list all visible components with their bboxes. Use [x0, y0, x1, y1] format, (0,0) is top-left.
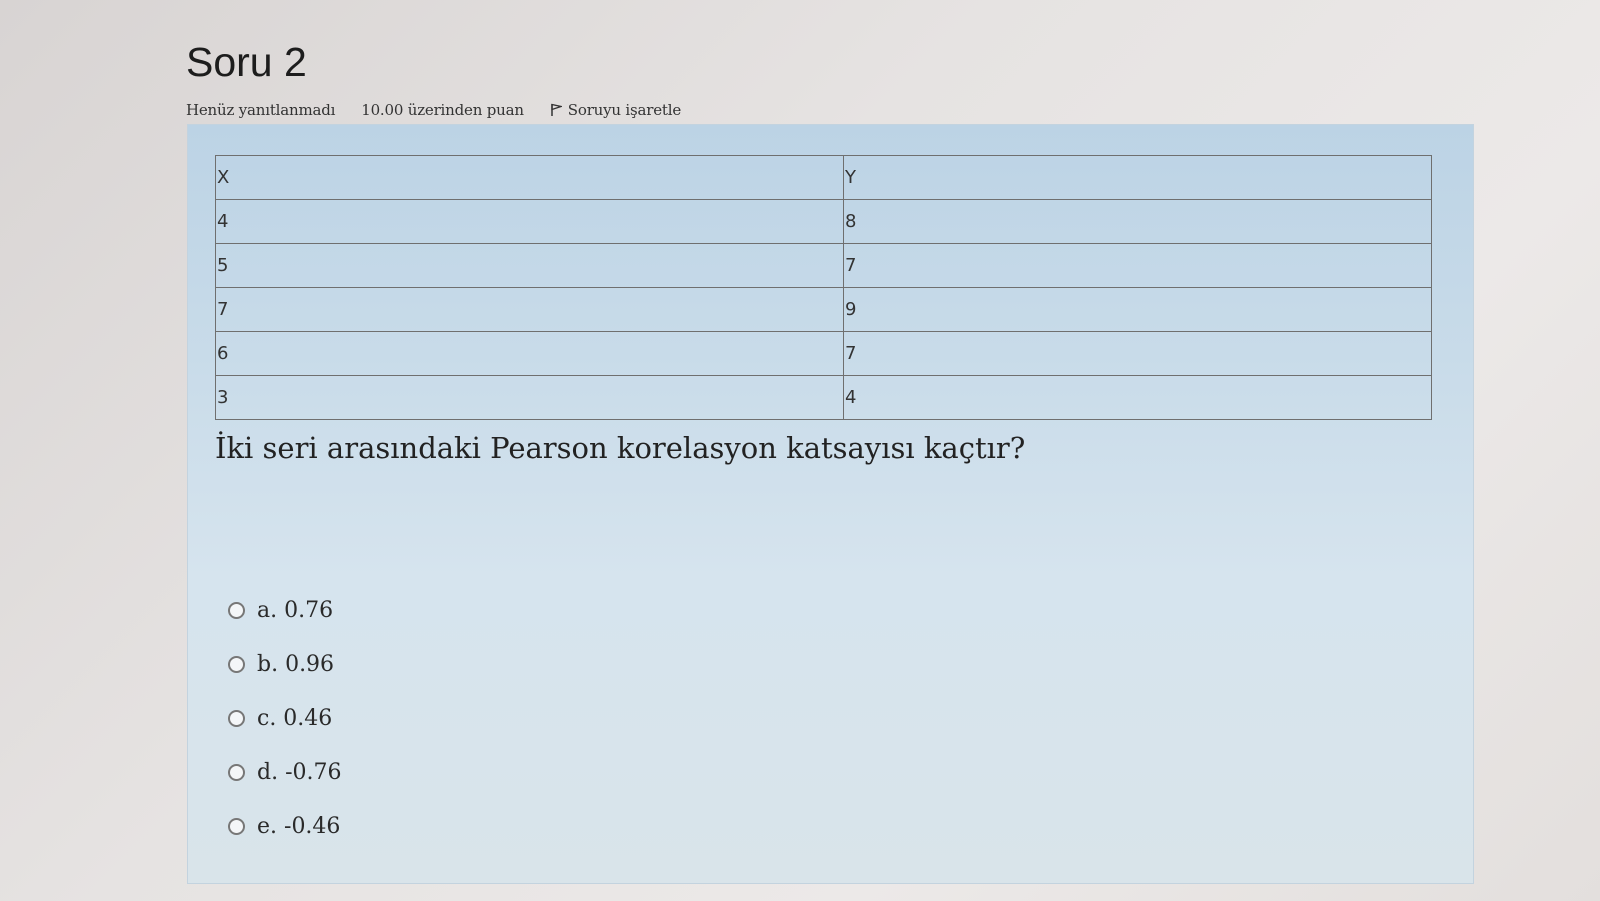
table-cell-y: 7	[843, 243, 1432, 288]
table-cell-x: 4	[215, 199, 844, 244]
radio-button[interactable]	[228, 601, 245, 619]
answer-option-b[interactable]: b. 0.96	[228, 637, 342, 691]
table-header-x: X	[215, 155, 844, 200]
table-row: 3 4	[215, 375, 1432, 420]
question-points: 10.00 üzerinden puan	[361, 101, 524, 119]
table-header-row: X Y	[215, 155, 1432, 200]
table-cell-y: 4	[843, 375, 1432, 420]
radio-button[interactable]	[228, 763, 245, 781]
table-cell-y: 9	[843, 287, 1432, 332]
table-row: 5 7	[215, 243, 1432, 288]
table-cell-x: 6	[215, 331, 844, 376]
answer-label: e. -0.46	[257, 813, 341, 839]
radio-button[interactable]	[228, 709, 245, 727]
table-cell-x: 3	[215, 375, 844, 420]
question-text: İki seri arasındaki Pearson korelasyon k…	[215, 431, 1026, 465]
table-cell-x: 5	[215, 243, 844, 288]
answer-label: a. 0.76	[257, 597, 334, 623]
table-row: 4 8	[215, 199, 1432, 244]
flag-question-link[interactable]: Soruyu işaretle	[550, 101, 681, 119]
flag-icon	[551, 103, 562, 116]
question-info: Henüz yanıtlanmadı 10.00 üzerinden puan …	[186, 101, 1476, 119]
question-status: Henüz yanıtlanmadı	[186, 101, 336, 119]
table-cell-x: 7	[215, 287, 844, 332]
answer-option-d[interactable]: d. -0.76	[228, 745, 342, 799]
data-table: X Y 4 8 5 7 7 9 6 7 3 4	[215, 155, 1432, 420]
radio-button[interactable]	[228, 655, 245, 673]
answer-option-c[interactable]: c. 0.46	[228, 691, 342, 745]
answer-label: c. 0.46	[257, 705, 333, 731]
answer-label: b. 0.96	[257, 651, 335, 677]
question-title: Soru 2	[186, 39, 307, 85]
answer-option-e[interactable]: e. -0.46	[228, 799, 342, 853]
table-cell-y: 7	[843, 331, 1432, 376]
question-header: Soru 2 Henüz yanıtlanmadı 10.00 üzerinde…	[186, 39, 1476, 120]
question-content-panel: X Y 4 8 5 7 7 9 6 7 3 4 İki seri arasınd…	[187, 124, 1474, 884]
radio-button[interactable]	[228, 817, 245, 835]
table-row: 6 7	[215, 331, 1432, 376]
table-header-y: Y	[843, 155, 1432, 200]
flag-question-label: Soruyu işaretle	[567, 101, 682, 119]
answer-options: a. 0.76 b. 0.96 c. 0.46 d. -0.76 e. -0.4…	[228, 583, 342, 853]
table-cell-y: 8	[843, 199, 1432, 244]
table-row: 7 9	[215, 287, 1432, 332]
answer-label: d. -0.76	[257, 759, 342, 785]
answer-option-a[interactable]: a. 0.76	[228, 583, 342, 637]
